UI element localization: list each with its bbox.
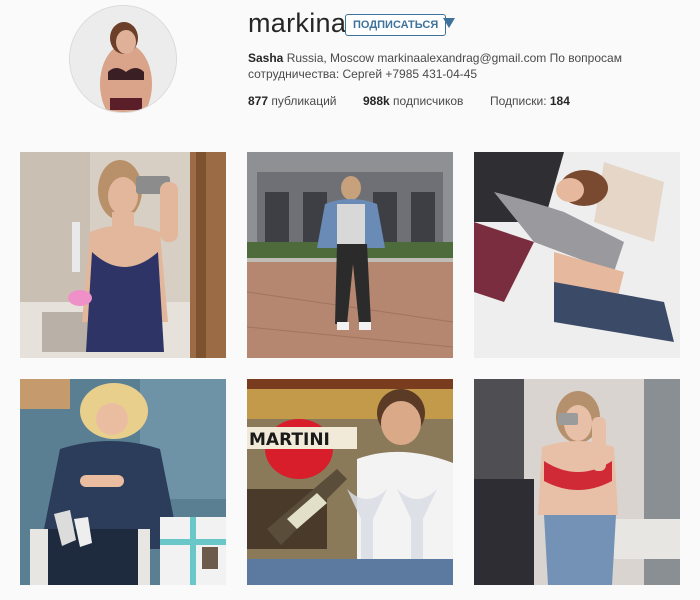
- post-thumbnail[interactable]: MARTINI: [247, 379, 453, 585]
- profile-username: markina: [248, 8, 347, 38]
- post-thumbnail[interactable]: [474, 152, 680, 358]
- post-image: [474, 152, 680, 358]
- post-image: MARTINI: [247, 379, 453, 585]
- followers-count-value: 988k: [363, 94, 390, 108]
- post-image: [20, 152, 226, 358]
- following-count-value: 184: [549, 94, 570, 108]
- bio-name: Sasha: [248, 51, 284, 65]
- post-image: [474, 379, 680, 585]
- post-image: [247, 152, 453, 358]
- followers-count-label: подписчиков: [389, 94, 464, 108]
- post-image: [20, 379, 226, 585]
- post-thumbnail[interactable]: [247, 152, 453, 358]
- avatar-photo: [70, 6, 176, 112]
- follow-button[interactable]: ПОДПИСАТЬСЯ: [345, 14, 447, 36]
- bio-text: Russia, Moscow markinaalexandrag@gmail.c…: [248, 51, 622, 81]
- following-count-label: Подписки:: [490, 94, 550, 108]
- post-thumbnail[interactable]: [20, 379, 226, 585]
- chevron-down-icon[interactable]: [443, 18, 455, 28]
- profile-bio: Sasha Russia, Moscow markinaalexandrag@g…: [248, 50, 638, 82]
- posts-count-label: публикаций: [268, 94, 337, 108]
- following-count[interactable]: Подписки: 184: [490, 94, 570, 108]
- martini-sign-text: MARTINI: [249, 430, 330, 450]
- profile-page: markina ПОДПИСАТЬСЯ Sasha Russia, Moscow…: [0, 0, 700, 600]
- post-thumbnail[interactable]: [474, 379, 680, 585]
- followers-count[interactable]: 988k подписчиков: [363, 94, 463, 108]
- posts-count-value: 877: [248, 94, 269, 108]
- posts-count: 877 публикаций: [248, 94, 337, 108]
- avatar[interactable]: [69, 5, 177, 113]
- post-thumbnail[interactable]: [20, 152, 226, 358]
